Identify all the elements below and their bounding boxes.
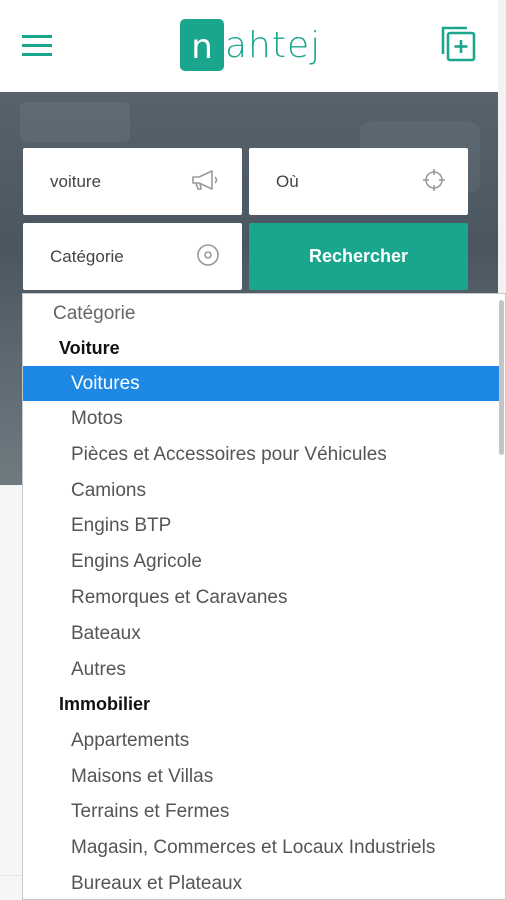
dropdown-option-motos[interactable]: Motos [23, 401, 503, 436]
dropdown-option-bateaux[interactable]: Bateaux [23, 616, 503, 651]
location-input[interactable]: Où [249, 148, 468, 215]
keyword-input[interactable]: voiture [23, 148, 242, 215]
dropdown-option-terrains-fermes[interactable]: Terrains et Fermes [23, 794, 503, 829]
megaphone-icon [190, 168, 220, 196]
category-value: Catégorie [50, 246, 124, 266]
hero-background-detail [20, 102, 130, 142]
dropdown-group-voiture: Voiture [59, 338, 120, 358]
top-header: n ahtej [0, 0, 498, 92]
crosshair-icon [422, 168, 446, 196]
logo-letter: n [191, 27, 213, 67]
dropdown-option-appartements[interactable]: Appartements [23, 723, 503, 758]
keyword-value: voiture [50, 171, 102, 191]
dropdown-option-autres[interactable]: Autres [23, 652, 503, 687]
dropdown-option-voitures[interactable]: Voitures [23, 366, 503, 401]
location-value: Où [276, 171, 299, 191]
dropdown-option-remorques-caravanes[interactable]: Remorques et Caravanes [23, 580, 503, 615]
dropdown-option-bureaux-plateaux[interactable]: Bureaux et Plateaux [23, 866, 503, 899]
add-listing-icon[interactable] [440, 24, 478, 64]
category-dropdown[interactable]: Catégorie Voiture Voitures Motos Pièces … [22, 293, 506, 900]
dropdown-option-engins-btp[interactable]: Engins BTP [23, 508, 503, 543]
dropdown-scrollbar[interactable] [499, 300, 504, 455]
dropdown-option-magasin-commerces[interactable]: Magasin, Commerces et Locaux Industriels [23, 830, 503, 865]
category-select[interactable]: Catégorie [23, 223, 242, 290]
dropdown-group-immobilier: Immobilier [59, 694, 151, 714]
dropdown-option-engins-agricole[interactable]: Engins Agricole [23, 544, 503, 579]
logo-text: ahtej [225, 24, 322, 66]
site-logo[interactable]: n ahtej [180, 17, 321, 73]
logo-mark: n [180, 19, 224, 71]
hamburger-menu-icon[interactable] [22, 30, 54, 62]
dropdown-option-maisons-villas[interactable]: Maisons et Villas [23, 759, 503, 794]
target-icon [196, 243, 220, 271]
dropdown-option-camions[interactable]: Camions [23, 473, 503, 508]
dropdown-placeholder-option[interactable]: Catégorie [23, 296, 503, 331]
search-button[interactable]: Rechercher [249, 223, 468, 290]
dropdown-option-pieces-accessoires[interactable]: Pièces et Accessoires pour Véhicules [23, 437, 503, 472]
